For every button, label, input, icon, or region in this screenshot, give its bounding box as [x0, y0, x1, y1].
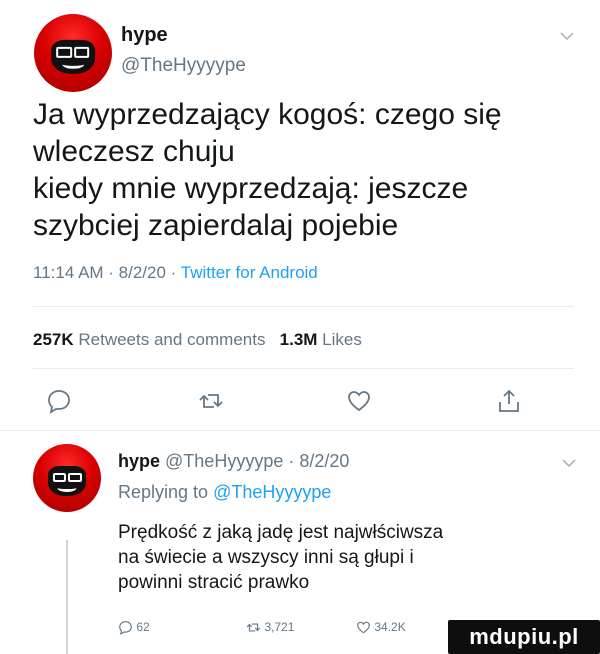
likes-count[interactable]: 1.3M	[280, 330, 318, 349]
devil-face-icon	[47, 466, 87, 497]
replying-to-prefix: Replying to	[118, 482, 214, 502]
reply-retweet-action[interactable]: 3,721	[246, 620, 294, 635]
retweet-icon[interactable]	[198, 388, 224, 414]
reply-text-line: powinni stracić prawko	[118, 572, 310, 593]
reply-author-handle[interactable]: @TheHyyyype	[165, 451, 283, 471]
tweet-text-line: szybciej zapierdalaj pojebie	[33, 209, 399, 242]
heart-icon[interactable]	[346, 388, 372, 414]
author-avatar[interactable]	[34, 14, 112, 92]
reply-author-name[interactable]: hype	[118, 451, 160, 471]
reply-text: Prędkość z jaką jadę jest najwłściwsza n…	[118, 520, 558, 595]
author-name[interactable]: hype	[121, 24, 168, 47]
heart-icon	[357, 622, 370, 634]
reply-comments-count: 62	[136, 620, 150, 634]
tweet-timestamp[interactable]: 11:14 AM · 8/2/20 ·	[33, 263, 181, 282]
divider	[33, 306, 574, 307]
thread-line	[66, 540, 68, 654]
chevron-down-icon[interactable]	[562, 455, 576, 471]
replying-to-line: Replying to @TheHyyyype	[118, 482, 331, 503]
reply-date[interactable]: · 8/2/20	[288, 451, 349, 471]
divider	[33, 368, 574, 369]
replying-to-link[interactable]: @TheHyyyype	[213, 482, 331, 502]
chevron-down-icon[interactable]	[560, 28, 574, 44]
share-icon[interactable]	[496, 388, 522, 414]
reply-text-line: Prędkość z jaką jadę jest najwłściwsza	[118, 522, 444, 543]
reply-likes-count: 34.2K	[374, 620, 406, 634]
tweet-text-line: kiedy mnie wyprzedzają: jeszcze	[33, 172, 469, 205]
tweet-text-line: Ja wyprzedzający kogoś: czego się	[33, 98, 502, 131]
reply-like-action[interactable]: 34.2K	[356, 620, 406, 635]
devil-face-icon	[51, 39, 95, 75]
tweet-source[interactable]: Twitter for Android	[181, 263, 318, 282]
comment-icon[interactable]	[46, 388, 72, 414]
retweets-label[interactable]: Retweets and comments	[78, 330, 265, 349]
reply-text-line: na świecie a wszyscy inni są głupi i	[118, 547, 414, 568]
comment-icon	[119, 621, 132, 636]
retweet-icon	[246, 623, 261, 632]
reply-retweets-count: 3,721	[264, 620, 295, 634]
tweet-text: Ja wyprzedzający kogoś: czego się wlecze…	[33, 96, 573, 244]
likes-label[interactable]: Likes	[322, 330, 362, 349]
reply-author-avatar[interactable]	[33, 444, 101, 512]
tweet-meta: 11:14 AM · 8/2/20 · Twitter for Android	[33, 263, 318, 283]
site-watermark: mdupiu.pl	[448, 620, 600, 654]
divider	[0, 430, 600, 431]
reply-header: hype @TheHyyyype · 8/2/20	[118, 451, 349, 472]
tweet-text-line: wleczesz chuju	[33, 135, 235, 168]
reply-comment-action[interactable]: 62	[118, 620, 150, 636]
retweets-count[interactable]: 257K	[33, 330, 74, 349]
author-handle[interactable]: @TheHyyyype	[121, 55, 246, 77]
tweet-stats: 257K Retweets and comments 1.3M Likes	[33, 330, 362, 350]
